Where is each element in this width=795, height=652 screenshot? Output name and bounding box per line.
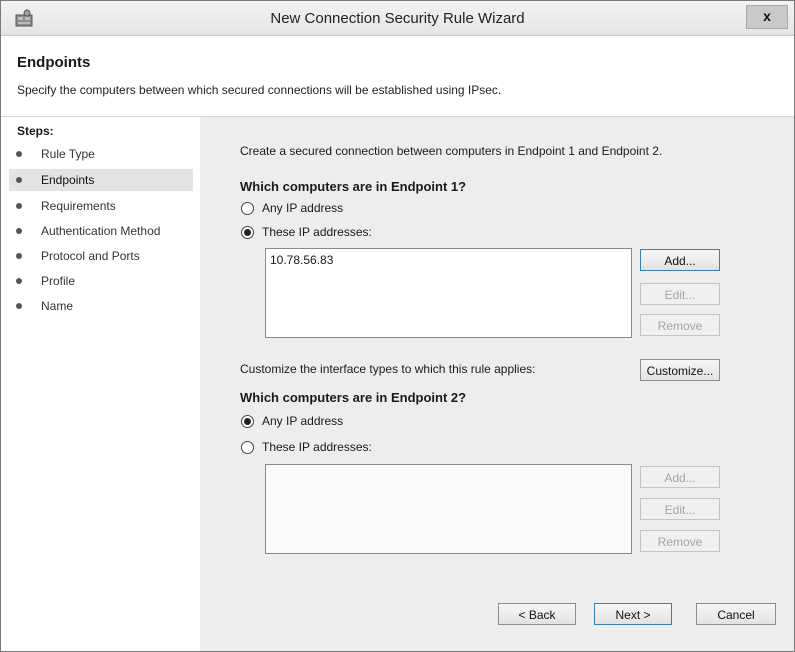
step-label: Protocol and Ports — [41, 249, 140, 263]
bullet-icon — [16, 278, 22, 284]
bullet-icon — [16, 228, 22, 234]
wizard-window: New Connection Security Rule Wizard x En… — [0, 0, 795, 652]
bullet-icon — [16, 177, 22, 183]
endpoint1-address-list[interactable]: 10.78.56.83 — [265, 248, 632, 338]
title-bar[interactable]: New Connection Security Rule Wizard x — [1, 1, 794, 36]
cancel-button[interactable]: Cancel — [696, 603, 776, 625]
step-label: Endpoints — [41, 173, 95, 187]
endpoint2-any-ip-radio[interactable] — [241, 415, 254, 428]
step-label: Rule Type — [41, 147, 95, 161]
endpoint1-add-button[interactable]: Add... — [640, 249, 720, 271]
step-label: Requirements — [41, 199, 116, 213]
step-label: Profile — [41, 274, 76, 288]
step-label: Name — [41, 299, 74, 313]
step-profile[interactable]: Profile — [9, 270, 193, 292]
endpoint1-remove-button[interactable]: Remove — [640, 314, 720, 336]
endpoint1-these-ip-label[interactable]: These IP addresses: — [262, 225, 372, 239]
customize-description: Customize the interface types to which t… — [240, 362, 536, 376]
endpoint1-any-ip-radio[interactable] — [241, 202, 254, 215]
step-requirements[interactable]: Requirements — [9, 195, 193, 217]
steps-heading: Steps: — [17, 124, 54, 138]
bullet-icon — [16, 151, 22, 157]
step-name[interactable]: Name — [9, 295, 193, 317]
close-button[interactable]: x — [746, 5, 788, 29]
endpoint2-edit-button[interactable]: Edit... — [640, 498, 720, 520]
endpoint1-edit-button[interactable]: Edit... — [640, 283, 720, 305]
back-button[interactable]: < Back — [498, 603, 576, 625]
step-authentication-method[interactable]: Authentication Method — [9, 220, 193, 242]
page-description: Specify the computers between which secu… — [17, 83, 502, 97]
endpoint2-these-ip-radio[interactable] — [241, 441, 254, 454]
endpoint2-add-button[interactable]: Add... — [640, 466, 720, 488]
step-label: Authentication Method — [41, 224, 161, 238]
step-endpoints[interactable]: Endpoints — [9, 169, 193, 191]
endpoint1-these-ip-radio[interactable] — [241, 226, 254, 239]
next-button[interactable]: Next > — [594, 603, 672, 625]
intro-text: Create a secured connection between comp… — [240, 144, 663, 158]
bullet-icon — [16, 253, 22, 259]
address-item[interactable]: 10.78.56.83 — [270, 253, 333, 267]
customize-button[interactable]: Customize... — [640, 359, 720, 381]
step-rule-type[interactable]: Rule Type — [9, 143, 193, 165]
bullet-icon — [16, 203, 22, 209]
endpoint2-these-ip-label[interactable]: These IP addresses: — [262, 440, 372, 454]
page-title: Endpoints — [17, 54, 91, 71]
step-protocol-and-ports[interactable]: Protocol and Ports — [9, 245, 193, 267]
endpoint2-heading: Which computers are in Endpoint 2? — [240, 390, 467, 405]
endpoint2-any-ip-label[interactable]: Any IP address — [262, 414, 343, 428]
main-content: Create a secured connection between comp… — [201, 117, 794, 651]
bullet-icon — [16, 303, 22, 309]
endpoint1-any-ip-label[interactable]: Any IP address — [262, 201, 343, 215]
endpoint2-remove-button[interactable]: Remove — [640, 530, 720, 552]
endpoint1-heading: Which computers are in Endpoint 1? — [240, 179, 467, 194]
wizard-header: Endpoints Specify the computers between … — [1, 36, 794, 117]
steps-pane: Steps: Rule Type Endpoints Requirements … — [1, 117, 200, 651]
endpoint2-address-list[interactable] — [265, 464, 632, 554]
window-title: New Connection Security Rule Wizard — [270, 10, 525, 27]
